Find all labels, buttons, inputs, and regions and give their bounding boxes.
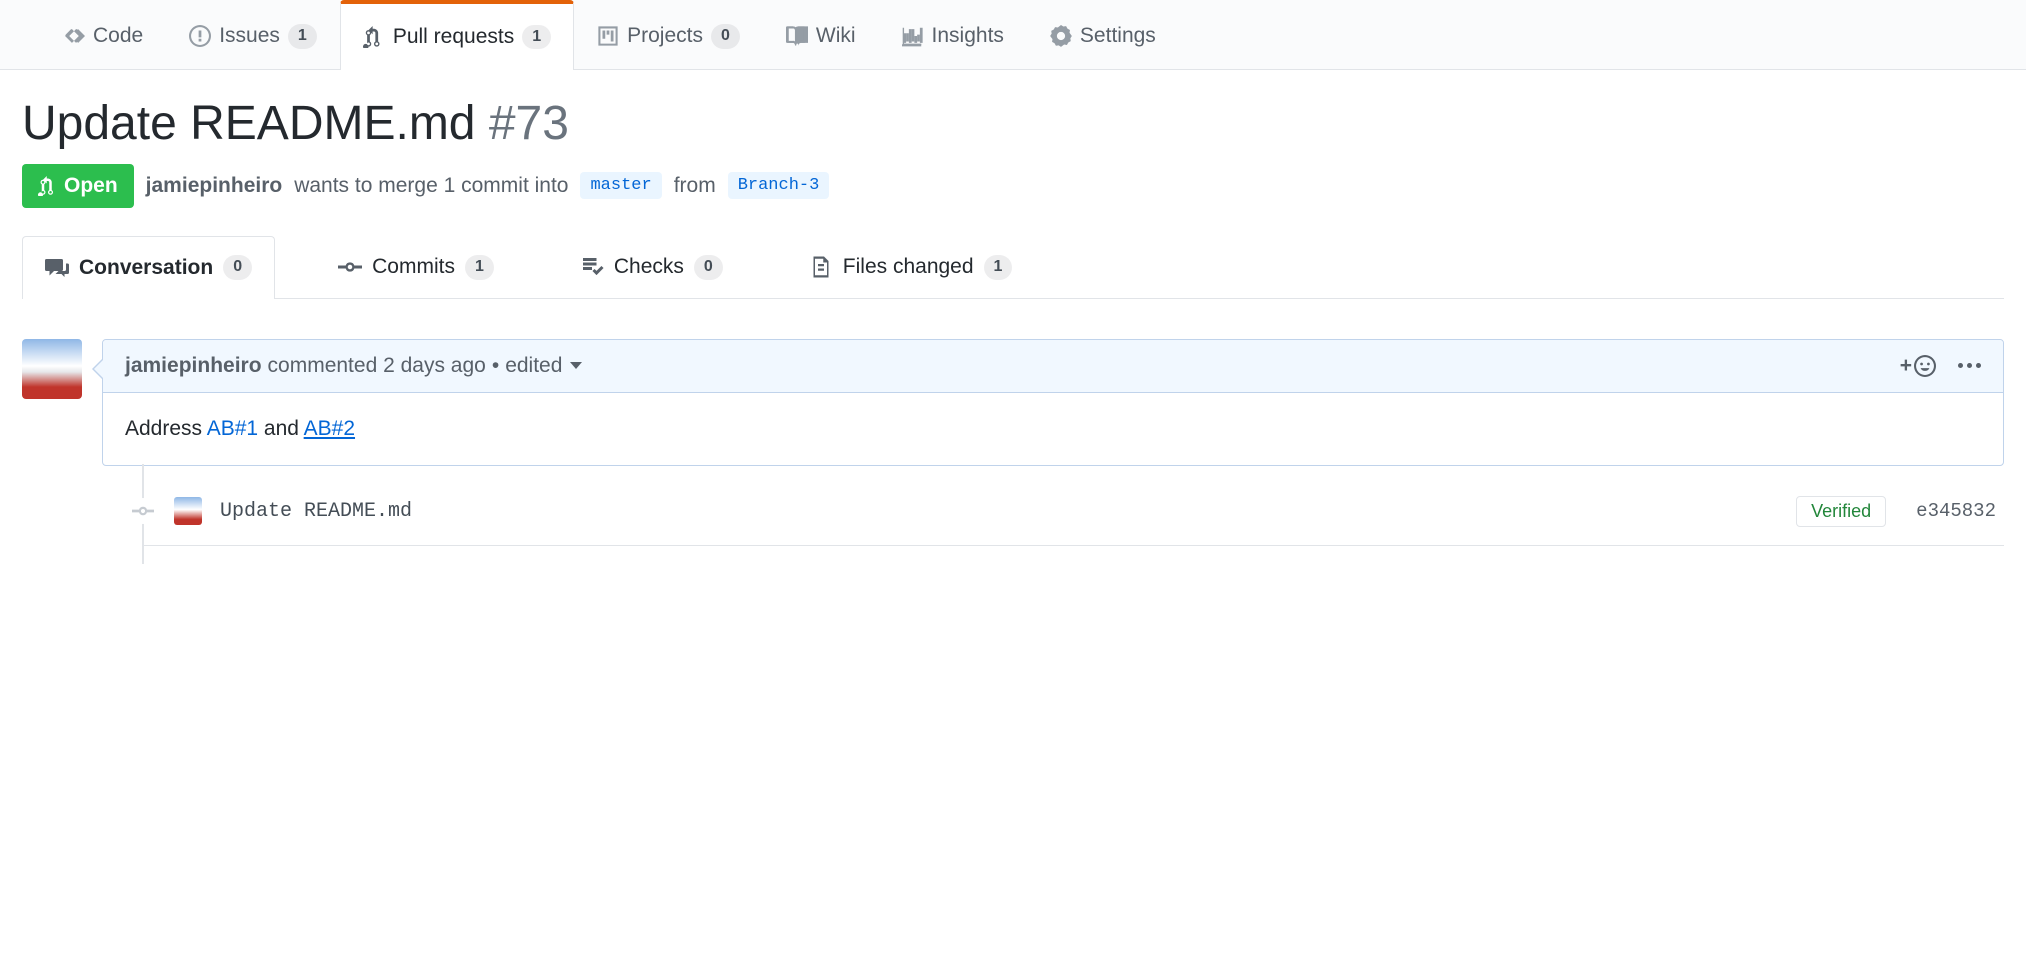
repo-nav: Code Issues 1 Pull requests 1 Projects 0…	[0, 0, 2026, 70]
pr-title-row: Update README.md #73	[22, 94, 2004, 154]
tab-projects[interactable]: Projects 0	[574, 0, 763, 69]
state-badge-label: Open	[64, 174, 118, 198]
tab-wiki-label: Wiki	[816, 24, 856, 48]
timeline: jamiepinheiro commented 2 days ago • edi…	[102, 339, 2004, 564]
tab-settings[interactable]: Settings	[1027, 0, 1179, 69]
chevron-down-icon[interactable]	[570, 362, 582, 369]
commit-row: Update README.md Verified e345832	[142, 496, 2004, 546]
tab-conversation-count: 0	[223, 255, 252, 280]
comment-body: Address AB#1 and AB#2	[103, 393, 2003, 465]
link-ab1[interactable]: AB#1	[207, 417, 258, 440]
tab-files-changed-label: Files changed	[843, 255, 974, 279]
tab-wiki[interactable]: Wiki	[763, 0, 879, 69]
pr-tabs: Conversation 0 Commits 1 Checks 0 Files …	[22, 236, 2004, 299]
pr-number: #73	[489, 97, 569, 150]
tab-conversation[interactable]: Conversation 0	[22, 236, 275, 299]
tab-conversation-label: Conversation	[79, 256, 213, 280]
tab-insights-label: Insights	[932, 24, 1004, 48]
comment-author[interactable]: jamiepinheiro	[125, 354, 262, 378]
pr-title: Update README.md	[22, 97, 476, 150]
git-commit-icon	[338, 255, 362, 279]
commit-message[interactable]: Update README.md	[220, 500, 412, 523]
tab-projects-count: 0	[711, 24, 740, 49]
tab-settings-label: Settings	[1080, 24, 1156, 48]
tab-pull-requests[interactable]: Pull requests 1	[340, 0, 574, 70]
pr-meta-prefix: wants to merge 1 commit into	[294, 174, 568, 198]
comment-meta: commented 2 days ago	[268, 354, 486, 378]
tab-issues-label: Issues	[219, 24, 280, 48]
state-badge-open: Open	[22, 164, 134, 208]
commit-sha[interactable]: e345832	[1916, 500, 1996, 522]
tab-commits-count: 1	[465, 255, 494, 280]
book-icon	[786, 25, 808, 47]
git-commit-icon	[130, 498, 156, 524]
discussion: jamiepinheiro commented 2 days ago • edi…	[0, 299, 2026, 564]
base-branch[interactable]: master	[580, 172, 661, 199]
comment-sep: •	[492, 354, 499, 378]
link-ab2[interactable]: AB#2	[304, 417, 355, 440]
file-diff-icon	[809, 255, 833, 279]
pr-header: Update README.md #73 Open jamiepinheiro …	[0, 70, 2026, 208]
add-reaction-button[interactable]: +	[1900, 354, 1936, 378]
comment-body-mid: and	[258, 417, 304, 440]
comment-actions: +	[1900, 354, 1981, 378]
comment-box: jamiepinheiro commented 2 days ago • edi…	[102, 339, 2004, 466]
git-pull-request-icon	[363, 26, 385, 48]
gear-icon	[1050, 25, 1072, 47]
comment-header: jamiepinheiro commented 2 days ago • edi…	[103, 340, 2003, 393]
comment-edited[interactable]: edited	[505, 354, 562, 378]
comment-discussion-icon	[45, 256, 69, 280]
tab-insights[interactable]: Insights	[879, 0, 1027, 69]
tab-code-label: Code	[93, 24, 143, 48]
pr-meta: Open jamiepinheiro wants to merge 1 comm…	[22, 164, 2004, 208]
graph-icon	[902, 25, 924, 47]
tab-code[interactable]: Code	[40, 0, 166, 69]
tab-pull-requests-label: Pull requests	[393, 25, 514, 49]
git-pull-request-icon	[38, 176, 58, 196]
tab-checks-label: Checks	[614, 255, 684, 279]
pr-author[interactable]: jamiepinheiro	[146, 174, 283, 198]
tab-checks[interactable]: Checks 0	[557, 236, 746, 298]
smiley-icon	[1914, 355, 1936, 377]
code-icon	[63, 25, 85, 47]
tab-files-changed-count: 1	[984, 255, 1013, 280]
tab-pull-requests-count: 1	[522, 25, 551, 50]
tab-projects-label: Projects	[627, 24, 703, 48]
head-branch[interactable]: Branch-3	[728, 172, 830, 199]
avatar-small[interactable]	[174, 497, 202, 525]
tab-checks-count: 0	[694, 255, 723, 280]
avatar[interactable]	[22, 339, 82, 399]
kebab-menu[interactable]	[1958, 363, 1981, 368]
checklist-icon	[580, 255, 604, 279]
project-icon	[597, 25, 619, 47]
tab-files-changed[interactable]: Files changed 1	[786, 236, 1036, 298]
timeline-commits: Update README.md Verified e345832	[142, 466, 2004, 564]
tab-commits[interactable]: Commits 1	[315, 236, 517, 298]
tab-issues-count: 1	[288, 24, 317, 49]
tab-commits-label: Commits	[372, 255, 455, 279]
tab-issues[interactable]: Issues 1	[166, 0, 340, 69]
issue-opened-icon	[189, 25, 211, 47]
verified-badge[interactable]: Verified	[1796, 496, 1886, 527]
pr-meta-mid: from	[674, 174, 716, 198]
comment-body-prefix: Address	[125, 417, 207, 440]
